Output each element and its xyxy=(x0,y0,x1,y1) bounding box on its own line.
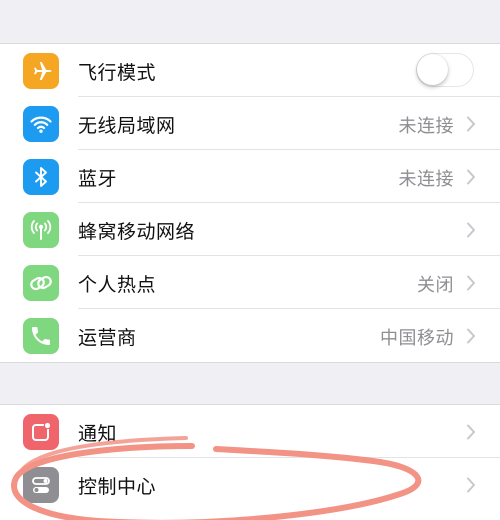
carrier-name: 中国移动 xyxy=(380,328,454,349)
row-control-center[interactable]: 控制中心 xyxy=(0,458,500,511)
phone-icon xyxy=(23,318,59,354)
settings-screen: 飞行模式 无线局域网 未连接 蓝牙 未连接 蜂窝移动网络 个人热点 关闭 运营商… xyxy=(0,0,500,520)
chevron-right-icon xyxy=(467,477,475,493)
control-center-label: 控制中心 xyxy=(78,476,157,498)
row-cellular[interactable]: 蜂窝移动网络 xyxy=(0,203,500,256)
bluetooth-status: 未连接 xyxy=(398,169,454,190)
chevron-right-icon xyxy=(467,328,475,344)
bluetooth-label: 蓝牙 xyxy=(78,168,118,190)
cellular-antenna-icon xyxy=(23,212,59,248)
airplane-mode-label: 飞行模式 xyxy=(78,62,157,84)
notifications-label: 通知 xyxy=(78,423,118,445)
row-personal-hotspot[interactable]: 个人热点 关闭 xyxy=(0,256,500,309)
wifi-icon xyxy=(23,106,59,142)
chevron-right-icon xyxy=(467,116,475,132)
chevron-right-icon xyxy=(467,169,475,185)
chevron-right-icon xyxy=(467,222,475,238)
row-carrier[interactable]: 运营商 中国移动 xyxy=(0,309,500,362)
airplane-mode-toggle[interactable] xyxy=(416,53,474,87)
chevron-right-icon xyxy=(467,424,475,440)
carrier-label: 运营商 xyxy=(78,327,137,349)
row-airplane-mode[interactable]: 飞行模式 xyxy=(0,44,500,97)
row-wifi[interactable]: 无线局域网 未连接 xyxy=(0,97,500,150)
chevron-right-icon xyxy=(467,275,475,291)
settings-group-system: 通知 控制中心 xyxy=(0,404,500,520)
settings-group-connectivity: 飞行模式 无线局域网 未连接 蓝牙 未连接 蜂窝移动网络 个人热点 关闭 运营商… xyxy=(0,43,500,363)
row-bluetooth[interactable]: 蓝牙 未连接 xyxy=(0,150,500,203)
wifi-label: 无线局域网 xyxy=(78,115,176,137)
row-notifications[interactable]: 通知 xyxy=(0,405,500,458)
toggle-knob xyxy=(417,54,448,85)
airplane-icon xyxy=(23,53,59,89)
hotspot-status: 关闭 xyxy=(417,275,454,296)
hotspot-label: 个人热点 xyxy=(78,274,157,296)
cellular-label: 蜂窝移动网络 xyxy=(78,221,196,243)
hotspot-link-icon xyxy=(23,265,59,301)
wifi-status: 未连接 xyxy=(398,116,454,137)
notifications-icon xyxy=(23,414,59,450)
control-center-toggles-icon xyxy=(23,467,59,503)
bluetooth-icon xyxy=(23,159,59,195)
